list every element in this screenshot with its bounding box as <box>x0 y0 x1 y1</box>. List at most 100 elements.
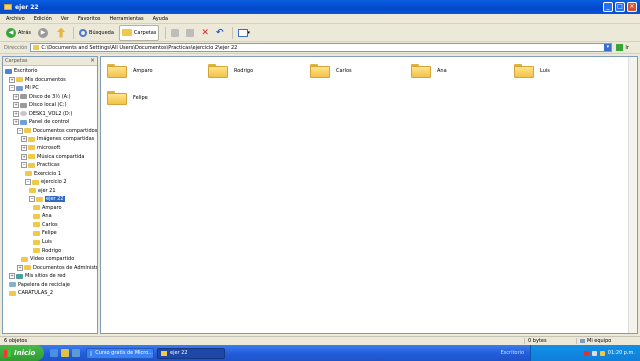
tree-item[interactable]: Exercicio 1 <box>25 170 61 178</box>
tree-item[interactable]: + Música compartida <box>21 153 84 161</box>
taskbar-item-browser[interactable]: Curso gratis de Micro... <box>86 347 154 359</box>
collapse-icon[interactable]: − <box>21 162 27 169</box>
tree-item-label: Amparo <box>42 204 62 211</box>
folder-item[interactable]: Rodrigo <box>208 63 288 79</box>
back-button[interactable]: ◀ Atrás <box>4 26 33 40</box>
tree-item[interactable]: Papelera de reciclaje <box>9 281 70 289</box>
tree-item[interactable]: ejer 21 <box>29 187 56 195</box>
undo-button[interactable]: ↶ <box>214 26 226 40</box>
expand-icon[interactable]: + <box>13 110 19 117</box>
show-desktop-icon[interactable] <box>72 349 80 357</box>
folders-button[interactable]: Carpetas <box>118 24 160 41</box>
collapse-icon[interactable]: − <box>25 179 31 186</box>
minimize-button[interactable]: _ <box>603 2 613 12</box>
move-to-button[interactable] <box>169 26 181 40</box>
expand-icon[interactable]: + <box>13 119 19 126</box>
menu-herramientas[interactable]: Herramientas <box>110 16 144 22</box>
close-button[interactable]: ✕ <box>627 2 637 12</box>
go-button[interactable]: Ir <box>616 44 629 51</box>
expand-icon[interactable]: + <box>17 264 23 271</box>
copy-to-button[interactable] <box>184 26 196 40</box>
tree-item[interactable]: − Documentos compartidos <box>17 127 97 135</box>
tree-item[interactable]: + Documentos de Administrador <box>17 264 97 272</box>
taskbar-item-explorer[interactable]: ejer 22 <box>157 347 225 359</box>
tree-item[interactable]: Ana <box>33 212 52 220</box>
clock[interactable]: 01:20 p.m. <box>608 350 635 356</box>
folder-item[interactable]: Luis <box>514 63 594 79</box>
close-pane-button[interactable]: × <box>90 57 95 65</box>
tree-item[interactable]: + Disco de 3½ (A:) <box>13 93 71 101</box>
antivirus-icon[interactable] <box>583 350 589 356</box>
tree-item[interactable]: CARATULAS_2 <box>9 289 53 297</box>
delete-button[interactable]: ✕ <box>199 26 211 40</box>
collapse-icon[interactable]: − <box>29 196 35 203</box>
tree-item-label: DESK1_VOL2 (D:) <box>29 110 73 117</box>
menu-ver[interactable]: Ver <box>61 16 69 22</box>
tree-item-label: Exercicio 1 <box>34 170 62 177</box>
folder-item[interactable]: Ana <box>411 63 491 79</box>
tree-item[interactable]: Amparo <box>33 204 62 212</box>
tree-item[interactable]: + Panel de control <box>13 118 69 126</box>
desktop-toolbar-label[interactable]: Escritorio <box>501 350 524 356</box>
expand-icon[interactable]: + <box>21 153 27 160</box>
tree-item[interactable]: Luis <box>33 238 52 246</box>
address-input[interactable]: C:\Documents and Settings\All Users\Docu… <box>30 43 613 52</box>
folder-icon <box>161 350 167 356</box>
expand-icon[interactable]: + <box>9 76 15 83</box>
tree-item[interactable]: Carlos <box>33 221 58 229</box>
tree-item[interactable]: + microsoft <box>21 144 60 152</box>
media-icon[interactable] <box>61 349 69 357</box>
tree-item[interactable]: Escritorio <box>5 67 37 75</box>
folder-icon <box>411 64 431 78</box>
search-button[interactable]: Búsqueda <box>77 26 116 40</box>
tree-item-label: Música compartida <box>37 153 85 160</box>
maximize-button[interactable]: □ <box>615 2 625 12</box>
tree-item[interactable]: Vídeo compartido <box>21 255 74 263</box>
tree-item[interactable]: + Mis documentos <box>9 76 66 84</box>
menu-edicion[interactable]: Edición <box>34 16 52 22</box>
address-dropdown-button[interactable]: ▾ <box>604 44 612 51</box>
menu-ayuda[interactable]: Ayuda <box>153 16 168 22</box>
tree-item[interactable]: + Imágenes compartidas <box>21 135 94 143</box>
expand-icon[interactable]: + <box>13 93 19 100</box>
forward-button[interactable]: ▶ <box>36 26 52 40</box>
menu-favoritos[interactable]: Favoritos <box>78 16 101 22</box>
browser-icon <box>90 350 93 356</box>
network-icon[interactable] <box>591 350 597 356</box>
vertical-scrollbar[interactable] <box>628 57 637 333</box>
tree-item-label: Panel de control <box>29 119 70 126</box>
tree-item[interactable]: + Disco local (C:) <box>13 101 67 109</box>
browser-icon[interactable] <box>50 349 58 357</box>
folder-icon <box>33 222 40 228</box>
views-button[interactable]: ▾ <box>236 26 253 40</box>
expand-icon[interactable]: + <box>9 273 15 280</box>
tree-item[interactable]: − Mi PC <box>9 84 39 92</box>
tree-item[interactable]: + Mis sitios de red <box>9 272 66 280</box>
tree-item[interactable]: − ejer 22 <box>29 195 65 203</box>
folder-icon <box>24 265 31 271</box>
tree-item-label: ejercicio 2 <box>41 179 67 186</box>
collapse-icon[interactable]: − <box>9 85 15 92</box>
tree-item[interactable]: Rodrigo <box>33 247 61 255</box>
folder-item[interactable]: Amparo <box>107 63 187 79</box>
tree-item-label: Mis sitios de red <box>25 273 66 280</box>
tree-item[interactable]: − Practicas <box>21 161 60 169</box>
collapse-icon[interactable]: − <box>17 127 23 134</box>
expand-icon[interactable]: + <box>13 102 19 109</box>
menu-archivo[interactable]: Archivo <box>6 16 25 22</box>
folders-label: Carpetas <box>133 29 157 36</box>
start-button[interactable]: Inicio <box>0 345 44 361</box>
tree-item[interactable]: Felipe <box>33 229 57 237</box>
folder-item[interactable]: Felipe <box>107 90 187 106</box>
tree-item-label: Escritorio <box>14 68 38 74</box>
tree-item[interactable]: + DESK1_VOL2 (D:) <box>13 110 72 118</box>
up-button[interactable] <box>55 26 67 40</box>
folder-item[interactable]: Carlos <box>310 63 390 79</box>
folders-icon <box>121 29 132 36</box>
tree-item[interactable]: − ejercicio 2 <box>25 178 67 186</box>
tree-item-label: Papelera de reciclaje <box>18 281 70 288</box>
expand-icon[interactable]: + <box>21 144 27 151</box>
network-icon <box>16 273 23 279</box>
expand-icon[interactable]: + <box>21 136 27 143</box>
volume-icon[interactable] <box>599 350 605 356</box>
